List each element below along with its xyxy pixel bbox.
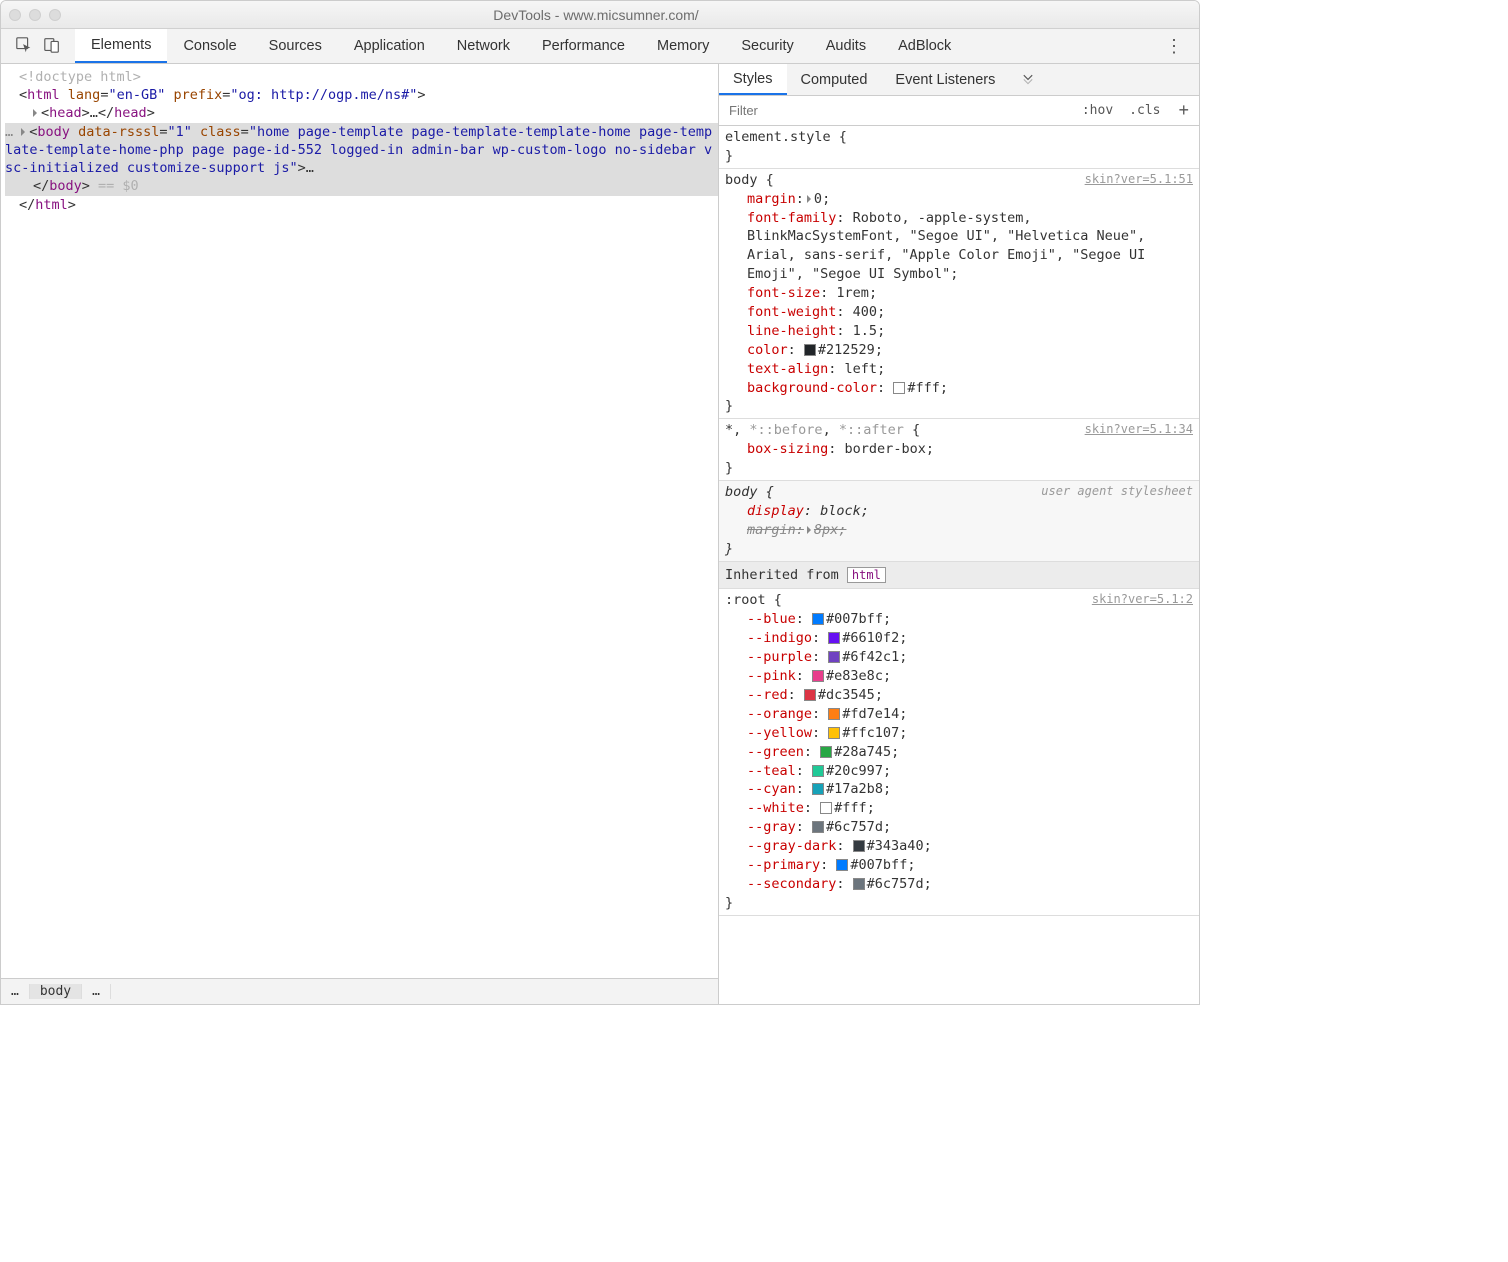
breadcrumb[interactable]: … body … — [1, 978, 718, 1004]
dom-node-body-close[interactable]: </body> == $0 — [5, 177, 718, 195]
css-property[interactable]: --red: #dc3545; — [747, 686, 1193, 705]
style-rule[interactable]: body {user agent stylesheetdisplay: bloc… — [719, 481, 1199, 562]
css-property[interactable]: --indigo: #6610f2; — [747, 629, 1193, 648]
main-tab-bar: ElementsConsoleSourcesApplicationNetwork… — [1, 29, 1199, 64]
css-property[interactable]: line-height: 1.5; — [747, 322, 1193, 341]
style-rule[interactable]: body {skin?ver=5.1:51margin:0;font-famil… — [719, 169, 1199, 420]
css-property[interactable]: --primary: #007bff; — [747, 856, 1193, 875]
styles-rules-list[interactable]: element.style {}body {skin?ver=5.1:51mar… — [719, 126, 1199, 1004]
css-property[interactable]: --gray-dark: #343a40; — [747, 837, 1193, 856]
styles-filter-bar: :hov .cls + — [719, 96, 1199, 126]
css-property[interactable]: box-sizing: border-box; — [747, 440, 1193, 459]
css-property[interactable]: color: #212529; — [747, 341, 1193, 360]
style-rule[interactable]: :root {skin?ver=5.1:2--blue: #007bff;--i… — [719, 589, 1199, 915]
dom-node-head[interactable]: <head>…</head> — [5, 104, 718, 122]
subtab-computed[interactable]: Computed — [787, 64, 882, 95]
css-property[interactable]: --secondary: #6c757d; — [747, 875, 1193, 894]
style-rule[interactable]: *, *::before, *::after {skin?ver=5.1:34b… — [719, 419, 1199, 481]
styles-panel: StylesComputedEvent Listeners :hov .cls … — [719, 64, 1199, 1004]
tab-elements[interactable]: Elements — [75, 29, 167, 63]
css-property[interactable]: --cyan: #17a2b8; — [747, 780, 1193, 799]
cls-toggle[interactable]: .cls — [1121, 103, 1168, 118]
subtab-styles[interactable]: Styles — [719, 64, 787, 95]
styles-filter-input[interactable] — [719, 103, 1074, 118]
subtab-event-listeners[interactable]: Event Listeners — [881, 64, 1009, 95]
hov-toggle[interactable]: :hov — [1074, 103, 1121, 118]
css-property[interactable]: --gray: #6c757d; — [747, 818, 1193, 837]
tab-security[interactable]: Security — [725, 29, 809, 63]
devtools-window: DevTools - www.micsumner.com/ ElementsCo… — [0, 0, 1200, 1005]
css-property[interactable]: margin:8px; — [747, 521, 1193, 540]
dom-node-html-close[interactable]: </html> — [5, 196, 718, 214]
window-controls — [9, 9, 61, 21]
tab-network[interactable]: Network — [441, 29, 526, 63]
css-property[interactable]: --purple: #6f42c1; — [747, 648, 1193, 667]
css-property[interactable]: --green: #28a745; — [747, 743, 1193, 762]
tab-memory[interactable]: Memory — [641, 29, 725, 63]
rule-origin-label: user agent stylesheet — [1041, 483, 1193, 500]
css-property[interactable]: background-color: #fff; — [747, 379, 1193, 398]
inherited-from-header: Inherited from html — [719, 562, 1199, 590]
device-toolbar-icon[interactable] — [43, 36, 61, 57]
rule-origin-link[interactable]: skin?ver=5.1:51 — [1085, 171, 1193, 188]
minimize-window-icon[interactable] — [29, 9, 41, 21]
new-style-rule-icon[interactable]: + — [1168, 100, 1199, 121]
css-property[interactable]: --orange: #fd7e14; — [747, 705, 1193, 724]
more-tabs-icon[interactable] — [1009, 71, 1047, 88]
tab-performance[interactable]: Performance — [526, 29, 641, 63]
dom-node-doctype[interactable]: <!doctype html> — [5, 68, 718, 86]
tab-console[interactable]: Console — [167, 29, 252, 63]
css-property[interactable]: margin:0; — [747, 190, 1193, 209]
css-property[interactable]: font-family: Roboto, -apple-system, Blin… — [747, 209, 1193, 285]
more-options-icon[interactable]: ⋮ — [1149, 36, 1199, 57]
styles-subtabs: StylesComputedEvent Listeners — [719, 64, 1199, 96]
css-property[interactable]: font-weight: 400; — [747, 303, 1193, 322]
inspect-element-icon[interactable] — [15, 36, 33, 57]
window-titlebar: DevTools - www.micsumner.com/ — [1, 1, 1199, 29]
css-property[interactable]: display: block; — [747, 502, 1193, 521]
tab-audits[interactable]: Audits — [810, 29, 882, 63]
tab-adblock[interactable]: AdBlock — [882, 29, 967, 63]
css-property[interactable]: font-size: 1rem; — [747, 284, 1193, 303]
dom-node-body-selected[interactable]: … <body data-rsssl="1" class="home page-… — [5, 123, 718, 178]
css-property[interactable]: text-align: left; — [747, 360, 1193, 379]
breadcrumb-left[interactable]: … — [1, 984, 30, 999]
css-property[interactable]: --teal: #20c997; — [747, 762, 1193, 781]
tab-application[interactable]: Application — [338, 29, 441, 63]
rule-origin-link[interactable]: skin?ver=5.1:34 — [1085, 421, 1193, 438]
tab-sources[interactable]: Sources — [253, 29, 338, 63]
rule-origin-link[interactable]: skin?ver=5.1:2 — [1092, 591, 1193, 608]
window-title: DevTools - www.micsumner.com/ — [61, 7, 1131, 23]
css-property[interactable]: --blue: #007bff; — [747, 610, 1193, 629]
css-property[interactable]: --white: #fff; — [747, 799, 1193, 818]
zoom-window-icon[interactable] — [49, 9, 61, 21]
dom-tree[interactable]: <!doctype html><html lang="en-GB" prefix… — [1, 64, 718, 978]
elements-dom-panel: <!doctype html><html lang="en-GB" prefix… — [1, 64, 719, 1004]
close-window-icon[interactable] — [9, 9, 21, 21]
breadcrumb-right[interactable]: … — [82, 984, 111, 999]
dom-node-html-open[interactable]: <html lang="en-GB" prefix="og: http://og… — [5, 86, 718, 104]
style-rule[interactable]: element.style {} — [719, 126, 1199, 169]
css-property[interactable]: --yellow: #ffc107; — [747, 724, 1193, 743]
css-property[interactable]: --pink: #e83e8c; — [747, 667, 1193, 686]
breadcrumb-selected[interactable]: body — [30, 984, 82, 999]
